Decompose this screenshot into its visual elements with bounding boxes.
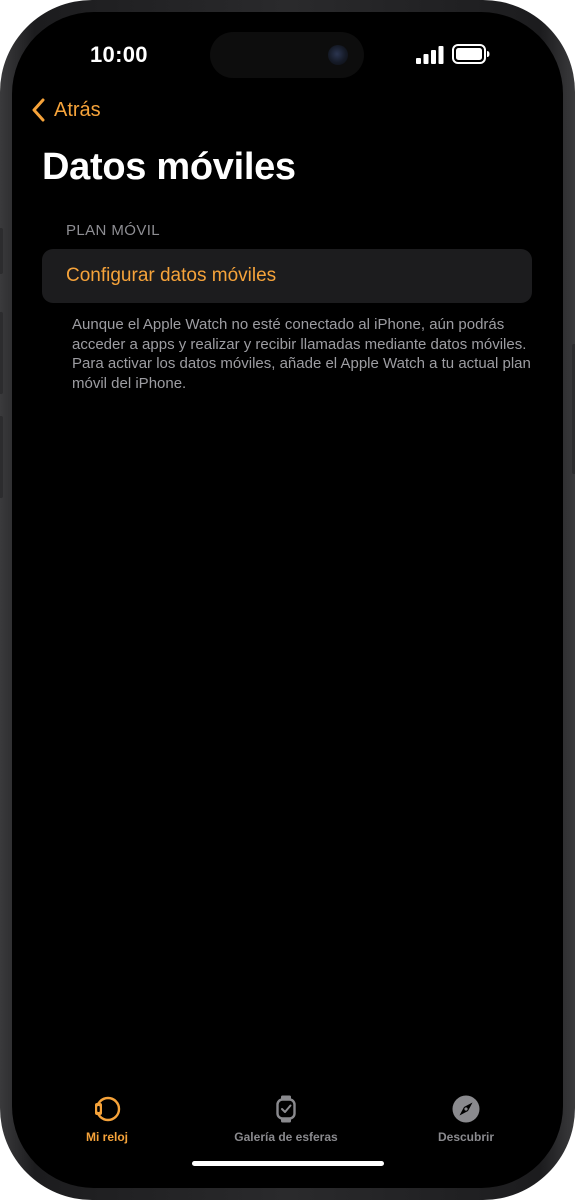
tab-discover-label: Descubrir — [437, 1130, 495, 1144]
home-indicator[interactable] — [192, 1161, 384, 1166]
cellular-signal-icon — [416, 46, 444, 64]
status-time: 10:00 — [90, 42, 148, 67]
back-label: Atrás — [54, 98, 101, 121]
page-title: Datos móviles — [42, 146, 296, 188]
configure-cellular-button[interactable]: Configurar datos móviles — [42, 249, 532, 303]
volume-down-button — [0, 416, 3, 498]
front-camera — [328, 45, 348, 65]
volume-up-button — [0, 312, 3, 394]
tab-face-gallery[interactable]: Galería de esferas — [216, 1094, 356, 1144]
watch-icon — [276, 1095, 296, 1123]
tab-my-watch[interactable]: Mi reloj — [72, 1094, 142, 1144]
action-button — [0, 228, 3, 274]
section-header: PLAN MÓVIL — [66, 222, 161, 239]
tab-my-watch-label: Mi reloj — [85, 1130, 128, 1144]
configure-cellular-label: Configurar datos móviles — [66, 265, 277, 286]
battery-icon — [452, 44, 490, 64]
chevron-left-icon — [32, 98, 45, 122]
phone-frame: 10:00 Atrás Datos móviles PLAN MÓVIL Con… — [0, 0, 575, 1200]
dynamic-island — [210, 32, 364, 78]
screen: 10:00 Atrás Datos móviles PLAN MÓVIL Con… — [12, 12, 563, 1188]
tab-discover[interactable]: Descubrir — [426, 1094, 506, 1144]
watch-face-icon — [95, 1096, 121, 1122]
compass-icon — [452, 1095, 480, 1123]
section-footer-text: Aunque el Apple Watch no esté conectado … — [72, 316, 531, 392]
tab-face-gallery-label: Galería de esferas — [234, 1130, 338, 1144]
back-button[interactable]: Atrás — [32, 98, 101, 122]
